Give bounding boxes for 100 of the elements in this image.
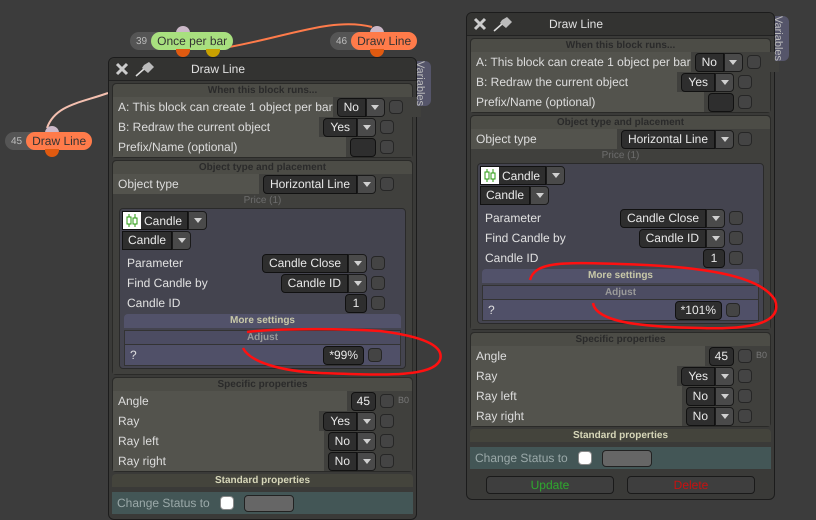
caret-icon[interactable] (348, 274, 367, 292)
field-label: A: This block can create 1 object per bar (113, 97, 333, 117)
input-field[interactable] (602, 450, 652, 466)
checkbox[interactable] (220, 496, 234, 510)
field-label: A: This block can create 1 object per bar (471, 52, 691, 72)
caret-icon[interactable] (357, 174, 376, 194)
field-label: ? (129, 347, 138, 364)
input-field[interactable] (244, 494, 294, 512)
input-field[interactable]: *99% (323, 346, 364, 364)
checkbox[interactable] (738, 349, 752, 363)
caret-icon[interactable] (188, 211, 208, 230)
checkbox[interactable] (388, 100, 403, 114)
node-port[interactable] (370, 49, 384, 57)
checkbox[interactable] (371, 296, 385, 310)
node-label: Draw Line (351, 32, 418, 50)
checkbox[interactable] (738, 95, 752, 109)
checkbox[interactable] (380, 177, 394, 191)
checkbox[interactable] (738, 369, 752, 383)
checkbox[interactable] (729, 211, 743, 225)
field-label: Ray left (471, 386, 682, 406)
caret-icon[interactable] (715, 366, 734, 386)
input-field[interactable] (350, 138, 376, 156)
checkbox[interactable] (380, 140, 394, 154)
checkbox[interactable] (738, 75, 752, 89)
field-label: Candle ID (484, 250, 540, 267)
field-label: ? (487, 302, 496, 319)
checkbox[interactable] (746, 55, 761, 69)
note-label: B0 (756, 349, 768, 362)
checkbox[interactable] (726, 303, 740, 317)
field-label: Parameter (126, 255, 184, 272)
caret-icon[interactable] (366, 98, 385, 116)
pin-icon[interactable] (493, 16, 513, 32)
flow-node[interactable]: 46 Draw Line (330, 32, 418, 50)
checkbox[interactable] (729, 251, 743, 265)
section-header[interactable]: More settings (124, 314, 401, 328)
caret-icon[interactable] (357, 118, 376, 136)
input-field[interactable] (708, 92, 734, 112)
caret-icon[interactable] (357, 432, 376, 450)
caret-icon[interactable] (715, 386, 734, 406)
caret-icon[interactable] (706, 208, 725, 228)
field-label: Ray right (471, 406, 682, 426)
checkbox[interactable] (738, 132, 752, 146)
flow-node[interactable]: 39 Once per bar (130, 32, 234, 50)
close-icon[interactable] (473, 17, 487, 31)
connector-line (46, 92, 108, 128)
caret-icon[interactable] (357, 452, 376, 470)
caret-icon[interactable] (357, 412, 376, 430)
checkbox[interactable] (380, 454, 394, 468)
input-field[interactable]: *101% (674, 300, 722, 320)
note-label: B0 (398, 394, 410, 408)
pin-icon[interactable] (135, 61, 155, 77)
node-label: Draw Line (26, 132, 92, 150)
caret-icon[interactable] (715, 130, 734, 148)
section-header[interactable]: Standard properties (470, 429, 771, 442)
caret-icon[interactable] (530, 186, 550, 205)
field-label: Ray right (113, 451, 324, 471)
section-header[interactable]: More settings (482, 269, 759, 283)
candle-chart-icon (481, 167, 499, 184)
section-header[interactable]: Standard properties (112, 474, 413, 487)
field-label: Parameter (484, 210, 542, 227)
input-field[interactable]: 1 (345, 294, 367, 312)
side-tab[interactable]: Variables (417, 61, 431, 106)
caret-icon[interactable] (715, 72, 734, 92)
close-icon[interactable] (115, 62, 129, 76)
checkbox[interactable] (380, 414, 394, 428)
checkbox[interactable] (380, 434, 394, 448)
checkbox[interactable] (380, 120, 394, 134)
input-field[interactable]: 45 (708, 346, 734, 366)
checkbox[interactable] (729, 231, 743, 245)
input-field[interactable]: 1 (703, 248, 725, 268)
caret-icon[interactable] (172, 231, 192, 250)
caret-icon[interactable] (348, 254, 367, 272)
caret-icon[interactable] (546, 166, 566, 185)
checkbox[interactable] (380, 394, 394, 408)
candle-chart-icon (123, 212, 141, 229)
field-label: Prefix/Name (optional) (471, 92, 704, 112)
field-label: Object type (471, 129, 617, 149)
input-field[interactable]: 45 (350, 392, 376, 410)
flow-node[interactable]: 45 Draw Line (5, 132, 92, 150)
caret-icon[interactable] (715, 406, 734, 426)
node-port[interactable] (176, 49, 190, 57)
field-label: Ray (471, 366, 678, 386)
window-title: Draw Line (549, 16, 604, 33)
field-label: Object type (113, 174, 259, 194)
field-label: Ray (113, 411, 320, 431)
caret-icon[interactable] (706, 228, 725, 248)
field-label: Find Candle by (484, 230, 567, 247)
node-label: Once per bar (151, 32, 234, 50)
node-number: 46 (336, 34, 348, 48)
checkbox[interactable] (578, 451, 592, 465)
checkbox[interactable] (371, 276, 385, 290)
checkbox[interactable] (371, 256, 385, 270)
checkbox[interactable] (368, 348, 382, 362)
field-label: Ray left (113, 431, 324, 451)
checkbox[interactable] (738, 389, 752, 403)
node-port[interactable] (45, 149, 59, 157)
side-tab[interactable]: Variables (775, 16, 789, 62)
checkbox[interactable] (738, 409, 752, 423)
node-port[interactable] (206, 49, 220, 57)
caret-icon[interactable] (724, 52, 743, 72)
